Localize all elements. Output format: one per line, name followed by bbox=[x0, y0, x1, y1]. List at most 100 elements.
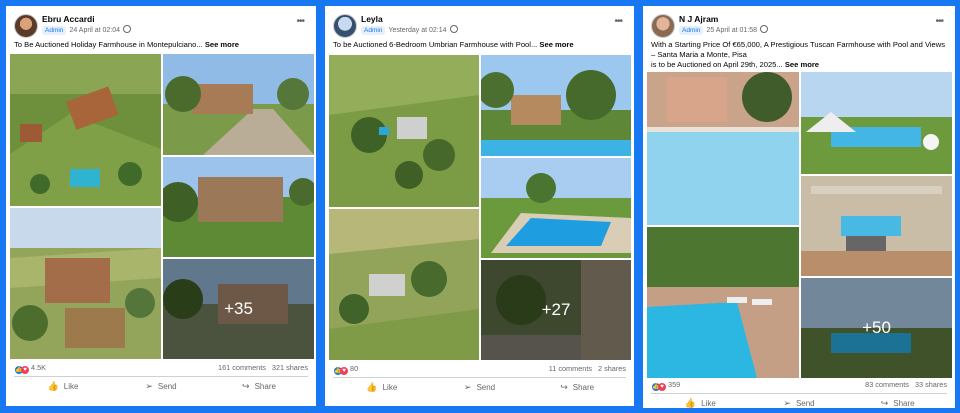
love-reaction-icon: ♥ bbox=[658, 383, 666, 391]
share-icon: ↪ bbox=[242, 380, 250, 391]
see-more-link[interactable]: See more bbox=[205, 40, 239, 49]
engagement-counts: 11 comments 2 shares bbox=[543, 364, 626, 373]
admin-badge: Admin bbox=[679, 26, 704, 35]
author-name[interactable]: Ebru Accardi bbox=[42, 14, 95, 24]
love-reaction-icon: ♥ bbox=[21, 366, 29, 374]
admin-badge: Admin bbox=[42, 26, 67, 35]
like-button[interactable]: 👍 Like bbox=[14, 377, 112, 395]
photo-farmhouse-driveway[interactable] bbox=[163, 54, 314, 155]
thumbs-up-icon: 👍 bbox=[47, 380, 59, 391]
photo-pool[interactable] bbox=[481, 158, 631, 258]
like-label: Like bbox=[382, 382, 398, 392]
avatar[interactable] bbox=[14, 14, 38, 38]
caption-text: To be Auctioned 6-Bedroom Umbrian Farmho… bbox=[333, 40, 538, 49]
photo-grid: +35 bbox=[10, 54, 314, 359]
send-label: Send bbox=[795, 398, 815, 408]
photo-more[interactable]: +27 bbox=[481, 260, 631, 360]
action-bar: 👍 Like ➢ Send ↪ Share bbox=[651, 394, 947, 408]
comment-count[interactable]: 161 comments bbox=[218, 363, 266, 372]
post-time[interactable]: Yesterday at 02:14 bbox=[388, 27, 446, 34]
engagement-counts: 83 comments 33 shares bbox=[859, 380, 947, 389]
post-caption: To Be Auctioned Holiday Farmhouse in Mon… bbox=[14, 40, 310, 50]
photo-grid: +50 bbox=[647, 72, 952, 378]
thumbs-up-icon: 👍 bbox=[684, 397, 697, 408]
admin-badge: Admin bbox=[361, 26, 386, 35]
share-count[interactable]: 321 shares bbox=[272, 363, 308, 372]
author-name[interactable]: N J Ajram bbox=[679, 14, 718, 24]
love-reaction-icon: ♥ bbox=[340, 367, 348, 375]
photo-pool-gazebo[interactable] bbox=[801, 72, 952, 174]
share-icon: ↪ bbox=[560, 381, 568, 392]
post-meta: Admin 25 April at 01:58 bbox=[679, 25, 769, 35]
send-button[interactable]: ➢ Send bbox=[750, 394, 849, 408]
photo-farmhouse-hills[interactable] bbox=[10, 208, 161, 359]
see-more-link[interactable]: See more bbox=[785, 60, 819, 69]
avatar[interactable] bbox=[333, 14, 357, 38]
send-icon: ➢ bbox=[145, 380, 153, 391]
more-photos-count: +35 bbox=[163, 259, 314, 359]
comment-count[interactable]: 83 comments bbox=[865, 380, 909, 389]
send-button[interactable]: ➢ Send bbox=[112, 377, 210, 395]
engagement-counts: 161 comments 321 shares bbox=[212, 363, 308, 372]
photo-stone-house[interactable] bbox=[163, 157, 314, 257]
more-options-icon[interactable]: ••• bbox=[614, 16, 622, 27]
avatar[interactable] bbox=[651, 14, 675, 38]
globe-icon bbox=[760, 25, 769, 33]
share-button[interactable]: ↪ Share bbox=[848, 394, 947, 408]
send-label: Send bbox=[476, 382, 496, 392]
action-bar: 👍 Like ➢ Send ↪ Share bbox=[333, 378, 626, 396]
author-name[interactable]: Leyla bbox=[361, 14, 383, 24]
photo-more[interactable]: +35 bbox=[163, 259, 314, 359]
reaction-count: 80 bbox=[350, 364, 359, 373]
post-time[interactable]: 24 April at 02:04 bbox=[69, 27, 120, 34]
caption-text: To Be Auctioned Holiday Farmhouse in Mon… bbox=[14, 40, 203, 49]
post-caption: With a Starting Price Of €65,000, A Pres… bbox=[651, 40, 949, 70]
photo-aerial-countryside[interactable] bbox=[329, 209, 479, 360]
more-photos-count: +27 bbox=[481, 260, 631, 360]
reaction-summary[interactable]: 👍♥ 359 bbox=[652, 380, 680, 391]
send-icon: ➢ bbox=[783, 397, 791, 408]
post-meta: Admin Yesterday at 02:14 bbox=[361, 25, 458, 35]
more-photos-count: +50 bbox=[801, 278, 952, 378]
post-time[interactable]: 25 April at 01:58 bbox=[706, 27, 757, 34]
reaction-summary[interactable]: 👍♥ 80 bbox=[334, 364, 358, 375]
thumbs-up-icon: 👍 bbox=[366, 381, 378, 392]
post-card-1: Ebru Accardi Admin 24 April at 02:04 ••• … bbox=[6, 6, 316, 406]
more-options-icon[interactable]: ••• bbox=[296, 16, 304, 27]
photo-pergola[interactable] bbox=[801, 176, 952, 276]
see-more-link[interactable]: See more bbox=[539, 40, 573, 49]
send-button[interactable]: ➢ Send bbox=[431, 378, 529, 396]
reaction-summary[interactable]: 👍♥ 4.5K bbox=[15, 363, 46, 374]
like-button[interactable]: 👍 Like bbox=[333, 378, 431, 396]
share-label: Share bbox=[572, 382, 595, 392]
photo-pool-loungers[interactable] bbox=[647, 227, 799, 378]
more-options-icon[interactable]: ••• bbox=[935, 16, 943, 27]
send-label: Send bbox=[157, 381, 177, 391]
share-count[interactable]: 33 shares bbox=[915, 380, 947, 389]
share-icon: ↪ bbox=[880, 397, 889, 408]
reaction-count: 4.5K bbox=[31, 363, 47, 372]
comment-count[interactable]: 11 comments bbox=[549, 364, 592, 373]
post-caption: To be Auctioned 6-Bedroom Umbrian Farmho… bbox=[333, 40, 628, 50]
action-bar: 👍 Like ➢ Send ↪ Share bbox=[14, 377, 308, 395]
photo-pool-house[interactable] bbox=[647, 72, 799, 225]
like-button[interactable]: 👍 Like bbox=[651, 394, 750, 408]
photo-grid: +27 bbox=[329, 55, 631, 360]
share-button[interactable]: ↪ Share bbox=[210, 377, 308, 395]
photo-more[interactable]: +50 bbox=[801, 278, 952, 378]
share-label: Share bbox=[254, 381, 276, 391]
globe-icon bbox=[123, 25, 132, 33]
globe-icon bbox=[449, 25, 458, 33]
share-button[interactable]: ↪ Share bbox=[528, 378, 626, 396]
send-icon: ➢ bbox=[463, 381, 472, 392]
share-label: Share bbox=[893, 398, 915, 408]
like-label: Like bbox=[63, 381, 79, 391]
photo-aerial-property[interactable] bbox=[329, 55, 479, 207]
photo-house-pool[interactable] bbox=[481, 55, 631, 156]
post-meta: Admin 24 April at 02:04 bbox=[42, 25, 132, 35]
like-label: Like bbox=[701, 398, 716, 408]
post-card-3: N J Ajram Admin 25 April at 01:58 ••• Wit… bbox=[643, 6, 955, 408]
share-count[interactable]: 2 shares bbox=[598, 364, 626, 373]
photo-aerial-farmhouse[interactable] bbox=[10, 54, 161, 206]
reaction-count: 359 bbox=[668, 380, 681, 389]
